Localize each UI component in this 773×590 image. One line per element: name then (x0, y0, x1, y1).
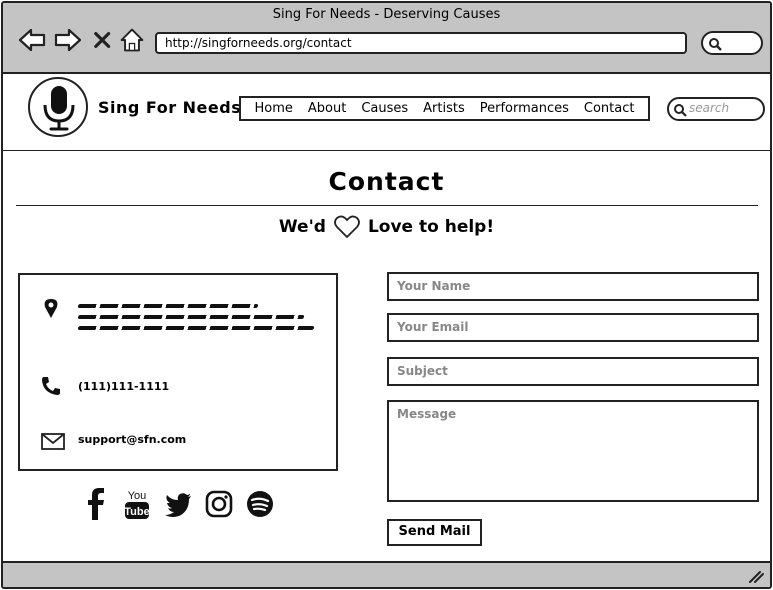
subject-input[interactable]: Subject (387, 357, 759, 386)
phone-row: (111)111-1111 (40, 375, 169, 397)
location-pin-icon (44, 299, 58, 318)
email-input[interactable]: Your Email (387, 313, 759, 342)
phone-number[interactable]: (111)111-1111 (78, 380, 169, 393)
tagline-end: Love to help! (367, 217, 495, 237)
browser-window: Sing For Needs - Deserving Causes http:/… (1, 1, 772, 589)
browser-chrome: Sing For Needs - Deserving Causes http:/… (3, 3, 770, 74)
envelope-icon (41, 433, 65, 450)
tagline-start: We'd (278, 217, 326, 237)
search-icon (709, 38, 722, 51)
address-bar[interactable]: http://singforneeds.org/contact (155, 32, 687, 54)
facebook-icon[interactable] (81, 487, 111, 521)
stop-icon[interactable] (91, 25, 115, 55)
phone-icon (42, 377, 60, 395)
nav-item-contact[interactable]: Contact (584, 101, 635, 116)
nav-item-artists[interactable]: Artists (423, 101, 465, 116)
contact-info-box: (111)111-1111 support@sfn.com (18, 273, 338, 471)
name-input[interactable]: Your Name (387, 272, 759, 301)
svg-text:You: You (128, 490, 147, 502)
youtube-icon[interactable]: You Tube (122, 487, 152, 521)
page-title: Contact (328, 167, 445, 196)
instagram-icon[interactable] (204, 487, 234, 521)
email-row: support@sfn.com (40, 430, 186, 452)
nav-item-causes[interactable]: Causes (361, 101, 408, 116)
main-navigation: Home About Causes Artists Performances C… (239, 96, 650, 121)
message-textarea[interactable]: Message (387, 400, 759, 502)
site-search-input[interactable]: search (667, 97, 765, 121)
site-logo[interactable] (28, 77, 88, 137)
resize-handle-icon[interactable] (748, 569, 764, 583)
window-title: Sing For Needs - Deserving Causes (272, 7, 501, 22)
status-bar (3, 561, 770, 587)
title-divider (16, 205, 758, 206)
site-name[interactable]: Sing For Needs (98, 98, 241, 117)
nav-item-about[interactable]: About (308, 101, 346, 116)
nav-item-home[interactable]: Home (255, 101, 293, 116)
send-mail-button[interactable]: Send Mail (387, 519, 482, 546)
browser-search-box[interactable] (701, 31, 763, 55)
search-placeholder: search (689, 101, 730, 115)
heart-icon (334, 215, 360, 238)
nav-item-performances[interactable]: Performances (480, 101, 569, 116)
svg-text:Tube: Tube (124, 506, 149, 518)
microphone-icon (43, 86, 75, 131)
home-icon[interactable] (119, 25, 145, 55)
email-address[interactable]: support@sfn.com (78, 433, 186, 446)
tagline: We'd Love to help! (3, 215, 770, 239)
address-row (40, 297, 318, 337)
back-icon[interactable] (17, 25, 47, 55)
forward-icon[interactable] (53, 25, 83, 55)
social-links: You Tube (81, 487, 275, 521)
spotify-icon[interactable] (245, 487, 275, 521)
search-icon (674, 104, 687, 117)
header-divider (3, 150, 770, 151)
address-text (77, 297, 318, 337)
twitter-icon[interactable] (163, 487, 193, 521)
